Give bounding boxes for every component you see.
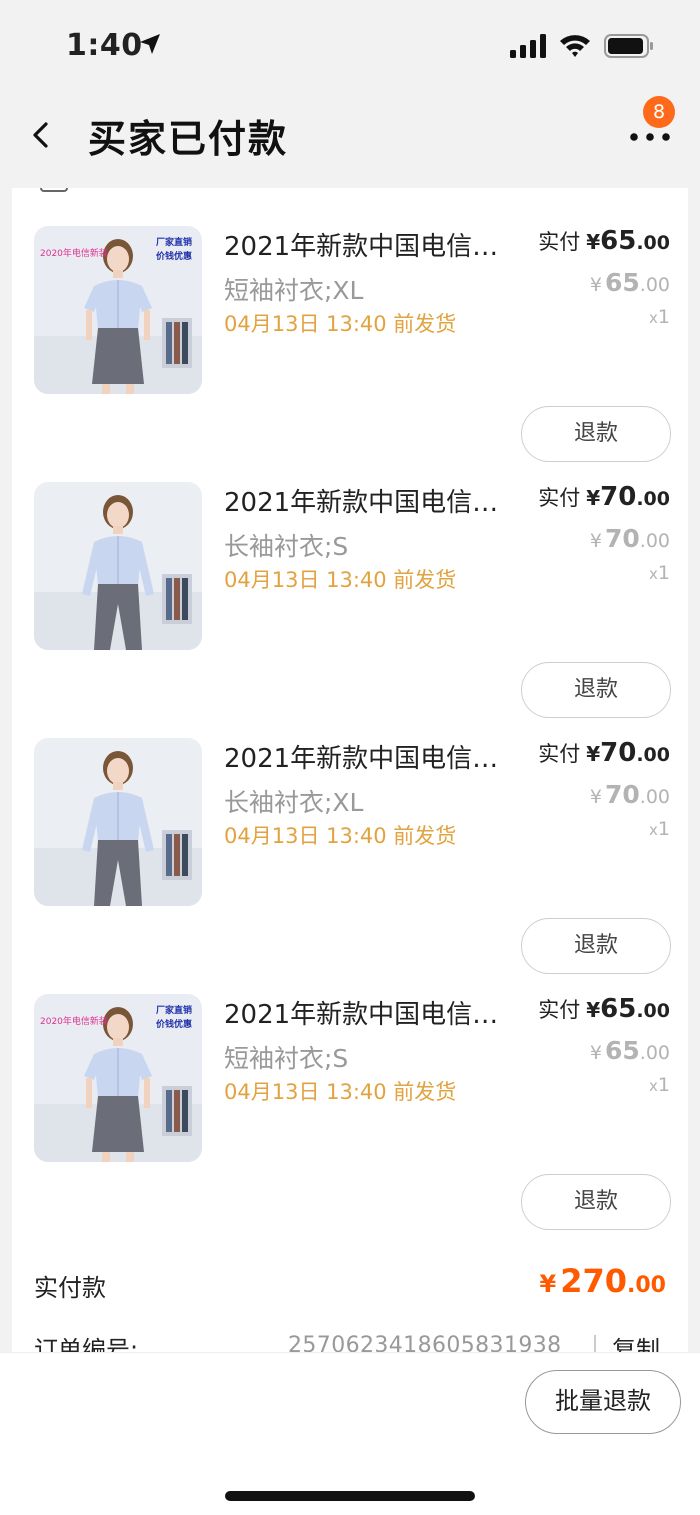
copy-button[interactable]: 复制 (612, 1330, 660, 1353)
qty-prefix: x (649, 1077, 658, 1095)
chevron-left-icon[interactable] (26, 120, 56, 150)
ship-deadline: 04月13日 13:40 前发货 (224, 824, 457, 848)
qty-value: 1 (657, 562, 670, 584)
paid-currency: ¥ (586, 742, 601, 766)
wifi-icon (560, 35, 590, 57)
promo-right-text-2: 价钱优惠 (156, 250, 192, 262)
paid-price: 实付 ¥70.00 (538, 738, 670, 768)
orig-int: 65 (604, 1036, 640, 1065)
total-label: 实付款 (34, 1274, 106, 1302)
paid-dec: .00 (636, 1000, 670, 1022)
order-card: 2020年电信新装厂家直销价钱优惠2021年新款中国电信工作服短袖衬衣;XL04… (12, 188, 688, 1353)
location-arrow-icon (140, 34, 160, 54)
paid-currency: ¥ (586, 230, 601, 254)
original-price: ¥70.00 (590, 524, 670, 553)
paid-label: 实付 (538, 486, 581, 510)
promo-left-text: 2020年电信新装 (40, 1015, 108, 1027)
nav-bar: 买家已付款 8 (0, 92, 700, 188)
qty-value: 1 (657, 1074, 670, 1096)
product-spec: 短袖衬衣;XL (224, 276, 364, 305)
promo-left-text: 2020年电信新装 (40, 247, 108, 259)
total-int: 270 (560, 1262, 628, 1300)
paid-price: 实付 ¥70.00 (538, 482, 670, 512)
product-title[interactable]: 2021年新款中国电信工作服 (224, 482, 506, 519)
product-thumbnail[interactable] (34, 482, 202, 650)
orig-int: 70 (604, 780, 640, 809)
paid-currency: ¥ (586, 998, 601, 1022)
paid-price: 实付 ¥65.00 (538, 994, 670, 1024)
paid-int: 70 (600, 482, 637, 512)
product-thumbnail[interactable] (34, 738, 202, 906)
orig-dec: .00 (639, 786, 670, 808)
status-bar: 1:40 (0, 0, 700, 92)
order-item[interactable]: 2020年电信新装 厂家直销价钱优惠 2021年新款中国电信工作服短袖衬衣;XL 04… (12, 188, 688, 462)
orig-currency: ¥ (589, 1042, 602, 1064)
status-time: 1:40 (66, 28, 143, 63)
promo-right-text-1: 厂家直销 (156, 1004, 192, 1016)
order-item[interactable]: 2020年电信新装 厂家直销价钱优惠 2021年新款中国电信工作服短袖衬衣;S 04月… (12, 956, 688, 1230)
order-number: 2570623418605831938 (288, 1333, 562, 1353)
paid-currency: ¥ (586, 486, 601, 510)
promo-right-text-2: 价钱优惠 (156, 1018, 192, 1030)
batch-refund-button[interactable]: 批量退款 (525, 1370, 681, 1434)
paid-dec: .00 (636, 488, 670, 510)
original-price: ¥65.00 (590, 1036, 670, 1065)
battery-icon (604, 34, 653, 58)
orig-dec: .00 (639, 274, 670, 296)
original-price: ¥65.00 (590, 268, 670, 297)
promo-right-text-1: 厂家直销 (156, 236, 192, 248)
paid-int: 65 (600, 994, 637, 1024)
qty-prefix: x (649, 565, 658, 583)
signal-icon (510, 34, 546, 58)
order-separator (594, 1335, 596, 1353)
notification-badge: 8 (643, 96, 675, 128)
paid-price: 实付 ¥65.00 (538, 226, 670, 256)
orig-dec: .00 (639, 1042, 670, 1064)
product-title[interactable]: 2021年新款中国电信工作服 (224, 226, 506, 263)
paid-int: 70 (600, 738, 637, 768)
orig-currency: ¥ (589, 786, 602, 808)
original-price: ¥70.00 (590, 780, 670, 809)
paid-label: 实付 (538, 742, 581, 766)
orig-int: 65 (604, 268, 640, 297)
product-title[interactable]: 2021年新款中国电信工作服 (224, 994, 506, 1031)
ship-deadline: 04月13日 13:40 前发货 (224, 1080, 457, 1104)
order-number-label: 订单编号: (34, 1336, 139, 1353)
refund-button[interactable]: 退款 (521, 1174, 671, 1230)
orig-currency: ¥ (589, 274, 602, 296)
total-currency: ¥ (539, 1270, 557, 1298)
ship-deadline: 04月13日 13:40 前发货 (224, 312, 457, 336)
product-thumbnail[interactable]: 2020年电信新装 厂家直销价钱优惠 (34, 994, 202, 1162)
paid-label: 实付 (538, 998, 581, 1022)
product-spec: 短袖衬衣;S (224, 1044, 349, 1073)
product-title[interactable]: 2021年新款中国电信工作服 (224, 738, 506, 775)
qty-prefix: x (649, 309, 658, 327)
qty-value: 1 (657, 306, 670, 328)
order-item[interactable]: 2021年新款中国电信工作服长袖衬衣;XL04月13日 13:40 前发货实付¥… (12, 700, 688, 974)
qty-value: 1 (657, 818, 670, 840)
paid-dec: .00 (636, 232, 670, 254)
page-title: 买家已付款 (88, 117, 289, 161)
paid-int: 65 (600, 226, 637, 256)
paid-label: 实付 (538, 230, 581, 254)
orig-dec: .00 (639, 530, 670, 552)
home-indicator (225, 1491, 475, 1501)
quantity: x1 (649, 562, 670, 584)
paid-dec: .00 (636, 744, 670, 766)
orig-int: 70 (604, 524, 640, 553)
quantity: x1 (649, 1074, 670, 1096)
ship-deadline: 04月13日 13:40 前发货 (224, 568, 457, 592)
product-spec: 长袖衬衣;XL (224, 788, 364, 817)
product-thumbnail[interactable]: 2020年电信新装 厂家直销价钱优惠 (34, 226, 202, 394)
quantity: x1 (649, 306, 670, 328)
total-dec: .00 (627, 1273, 666, 1298)
order-item[interactable]: 2021年新款中国电信工作服长袖衬衣;S04月13日 13:40 前发货实付¥7… (12, 444, 688, 718)
orig-currency: ¥ (589, 530, 602, 552)
quantity: x1 (649, 818, 670, 840)
bottom-bar: 批量退款 (0, 1352, 700, 1515)
total-amount: ¥270.00 (540, 1262, 666, 1300)
qty-prefix: x (649, 821, 658, 839)
product-spec: 长袖衬衣;S (224, 532, 349, 561)
